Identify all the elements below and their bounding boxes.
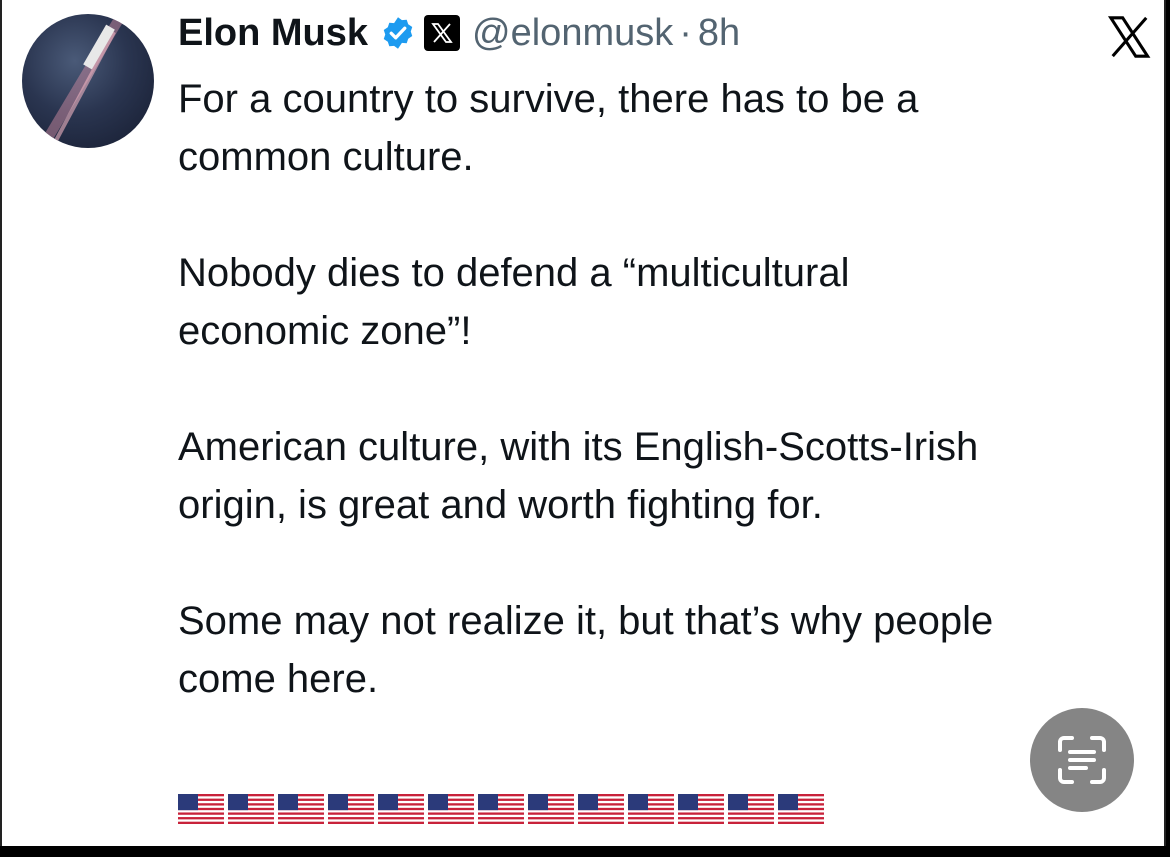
flag-emoji-row: [178, 794, 824, 824]
separator-dot: ·: [679, 11, 692, 54]
us-flag-icon: [228, 794, 274, 824]
rocket-icon: [37, 14, 127, 148]
live-text-scan-button[interactable]: [1030, 708, 1134, 812]
timestamp[interactable]: 8h: [698, 12, 740, 55]
us-flag-icon: [628, 794, 674, 824]
tweet-card: Elon Musk @elonmusk · 8h For a country t…: [0, 0, 1166, 846]
us-flag-icon: [528, 794, 574, 824]
tweet-header: Elon Musk @elonmusk · 8h: [178, 10, 740, 56]
us-flag-icon: [728, 794, 774, 824]
us-flag-icon: [778, 794, 824, 824]
tweet-body: For a country to survive, there has to b…: [178, 77, 994, 701]
us-flag-icon: [328, 794, 374, 824]
us-flag-icon: [478, 794, 524, 824]
x-logo-icon[interactable]: [1106, 14, 1152, 60]
us-flag-icon: [578, 794, 624, 824]
us-flag-icon: [678, 794, 724, 824]
us-flag-icon: [378, 794, 424, 824]
avatar[interactable]: [22, 14, 154, 148]
x-affiliation-icon: [424, 15, 461, 51]
author-handle[interactable]: @elonmusk: [472, 12, 673, 55]
verified-badge-icon: [380, 15, 416, 51]
us-flag-icon: [278, 794, 324, 824]
author-name[interactable]: Elon Musk: [178, 12, 368, 55]
us-flag-icon: [428, 794, 474, 824]
us-flag-icon: [178, 794, 224, 824]
live-text-scan-icon: [1058, 736, 1106, 784]
